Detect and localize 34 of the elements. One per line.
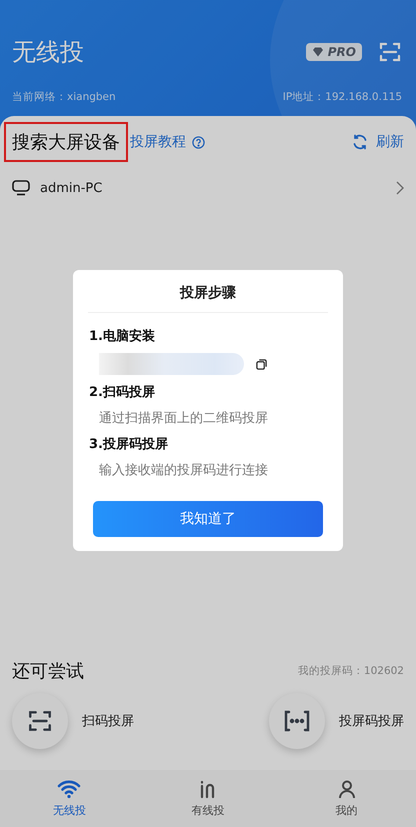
code-icon	[282, 709, 312, 733]
my-code: 我的投屏码：102602	[298, 664, 404, 678]
monitor-icon	[12, 180, 30, 196]
step-description: 输入接收端的投屏码进行连接	[98, 462, 269, 479]
device-row[interactable]: admin-PC	[0, 166, 416, 210]
dialog-title: 投屏步骤	[88, 270, 328, 313]
ip-address: IP地址：192.168.0.115	[282, 90, 402, 104]
step-title: 2.扫码投屏	[89, 384, 156, 401]
nav-tab[interactable]: 我的	[277, 770, 416, 827]
step-description: 通过扫描界面上的二维码投屏	[98, 410, 269, 427]
network-name: 当前网络：xiangben	[12, 90, 116, 104]
user-icon	[336, 779, 357, 799]
chevron-icon	[396, 181, 404, 195]
copy-icon[interactable]	[256, 358, 267, 370]
scan-icon	[27, 708, 53, 734]
code-cast-button[interactable]: 投屏码投屏	[269, 693, 404, 749]
nav-tab[interactable]: 有线投	[138, 770, 278, 827]
tutorial-link[interactable]: 投屏教程	[128, 133, 205, 151]
step-title: 1.电脑安装	[89, 328, 156, 345]
try-more-title: 还可尝试	[12, 660, 84, 683]
nav-tab[interactable]: 无线投	[0, 770, 139, 827]
refresh-icon	[352, 134, 368, 150]
wifi-icon	[57, 779, 82, 799]
scan-icon	[378, 40, 402, 64]
step-title: 3.投屏码投屏	[89, 436, 169, 453]
help-icon	[192, 136, 205, 148]
pro-badge[interactable]: PRO	[306, 43, 362, 61]
app-title: 无线投	[12, 37, 84, 68]
pro-label: PRO	[328, 45, 356, 59]
confirm-button[interactable]: 我知道了	[93, 501, 323, 537]
refresh-button[interactable]: 刷新	[350, 133, 404, 151]
scan-cast-button[interactable]: 扫码投屏	[12, 693, 134, 749]
section-title: 搜索大屏设备	[4, 122, 128, 162]
diamond-icon	[312, 47, 324, 57]
